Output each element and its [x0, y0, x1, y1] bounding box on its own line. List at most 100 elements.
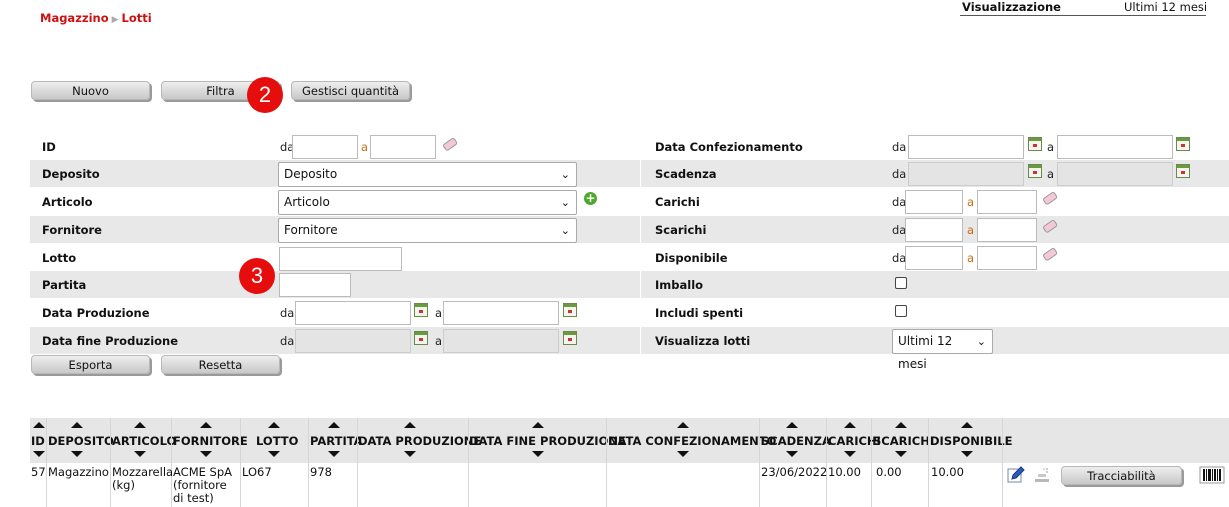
- calendar-icon[interactable]: [1176, 137, 1190, 151]
- column-divider: [606, 418, 607, 507]
- visualizza-lotti-value: Ultimi 12 mesi: [898, 334, 953, 371]
- cell-disponibile: 10.00: [931, 465, 964, 479]
- eraser-icon[interactable]: [1040, 191, 1060, 207]
- add-icon[interactable]: +: [584, 192, 597, 205]
- calendar-icon[interactable]: [1176, 164, 1190, 178]
- sort-desc-icon[interactable]: [677, 451, 689, 457]
- includi-spenti-checkbox[interactable]: [895, 305, 907, 317]
- sort-asc-icon[interactable]: [677, 422, 689, 428]
- sort-asc-icon[interactable]: [844, 422, 856, 428]
- sort-desc-icon[interactable]: [33, 451, 45, 457]
- calendar-icon[interactable]: [414, 303, 428, 317]
- calendar-icon[interactable]: [414, 331, 428, 345]
- sort-desc-icon[interactable]: [404, 451, 416, 457]
- articolo-label: Articolo: [42, 195, 93, 209]
- sort-asc-icon[interactable]: [532, 422, 544, 428]
- fornitore-select[interactable]: Fornitore ⌄: [278, 218, 577, 243]
- scadenza-from-input[interactable]: [908, 162, 1024, 186]
- sort-asc-icon[interactable]: [404, 422, 416, 428]
- column-divider: [826, 418, 827, 507]
- sort-desc-icon[interactable]: [328, 451, 340, 457]
- carichi-to-label: a: [967, 195, 975, 209]
- calendar-icon[interactable]: [563, 331, 577, 345]
- lotto-input[interactable]: [279, 247, 402, 271]
- data-confezionamento-label: Data Confezionamento: [655, 140, 803, 154]
- deposito-label: Deposito: [42, 167, 100, 181]
- data-confezionamento-to-input[interactable]: [1057, 135, 1173, 159]
- column-divider: [928, 418, 929, 507]
- sort-desc-icon[interactable]: [134, 451, 146, 457]
- sort-desc-icon[interactable]: [895, 451, 907, 457]
- column-divider: [759, 418, 760, 507]
- id-label: ID: [42, 140, 56, 154]
- eraser-icon[interactable]: [440, 137, 460, 153]
- data-produzione-to-input[interactable]: [443, 301, 559, 325]
- scarichi-label: Scarichi: [655, 223, 707, 237]
- id-to-input[interactable]: [370, 135, 436, 159]
- new-button[interactable]: Nuovo: [31, 81, 150, 100]
- cell-deposito: Magazzino: [48, 465, 109, 479]
- sort-asc-icon[interactable]: [71, 422, 83, 428]
- reset-button[interactable]: Resetta: [161, 355, 280, 374]
- data-confezionamento-from-input[interactable]: [908, 135, 1024, 159]
- manage-quantity-button[interactable]: Gestisci quantità: [291, 81, 410, 100]
- sort-desc-icon[interactable]: [532, 451, 544, 457]
- breadcrumb-lotti[interactable]: Lotti: [122, 11, 152, 25]
- sort-asc-icon[interactable]: [786, 422, 798, 428]
- calendar-icon[interactable]: [1028, 164, 1042, 178]
- imballo-checkbox[interactable]: [895, 277, 907, 289]
- scarichi-to-input[interactable]: [977, 218, 1037, 242]
- data-fine-produzione-from-input[interactable]: [295, 329, 411, 353]
- articolo-select[interactable]: Articolo ⌄: [278, 190, 577, 215]
- visualizza-lotti-select[interactable]: Ultimi 12 mesi ⌄: [892, 329, 993, 371]
- pencil-edit-icon[interactable]: [1006, 466, 1026, 484]
- sort-asc-icon[interactable]: [200, 422, 212, 428]
- sort-asc-icon[interactable]: [134, 422, 146, 428]
- export-button[interactable]: Esporta: [31, 355, 150, 374]
- view-value[interactable]: Ultimi 12 mesi: [1124, 0, 1207, 14]
- carichi-to-input[interactable]: [977, 190, 1037, 214]
- stack-icon[interactable]: [1033, 466, 1053, 484]
- eraser-icon[interactable]: [1040, 247, 1060, 263]
- sort-desc-icon[interactable]: [961, 451, 973, 457]
- data-fine-produzione-to-input[interactable]: [443, 329, 559, 353]
- sort-asc-icon[interactable]: [961, 422, 973, 428]
- deposito-select[interactable]: Deposito ⌄: [278, 162, 577, 187]
- partita-input[interactable]: [279, 273, 351, 297]
- column-divider: [357, 418, 358, 507]
- sort-desc-icon[interactable]: [71, 451, 83, 457]
- sort-asc-icon[interactable]: [328, 422, 340, 428]
- chevron-down-icon: ⌄: [560, 168, 570, 181]
- scarichi-from-input[interactable]: [905, 218, 963, 242]
- scadenza-to-input[interactable]: [1057, 162, 1173, 186]
- data-produzione-label: Data Produzione: [42, 306, 150, 320]
- barcode-icon[interactable]: [1199, 466, 1225, 484]
- sort-desc-icon[interactable]: [200, 451, 212, 457]
- column-divider: [468, 418, 469, 507]
- calendar-icon[interactable]: [1028, 137, 1042, 151]
- cell-fornitore-line1: ACME SpA: [173, 465, 233, 479]
- sort-asc-icon[interactable]: [895, 422, 907, 428]
- eraser-icon[interactable]: [1040, 219, 1060, 235]
- sort-desc-icon[interactable]: [844, 451, 856, 457]
- sort-asc-icon[interactable]: [33, 422, 45, 428]
- view-divider: [960, 15, 1206, 16]
- sort-desc-icon[interactable]: [268, 451, 280, 457]
- breadcrumb: Magazzino ▶ Lotti: [40, 11, 152, 25]
- scadenza-from-label: da: [892, 167, 907, 181]
- calendar-icon[interactable]: [563, 303, 577, 317]
- disponibile-to-input[interactable]: [977, 246, 1037, 270]
- fornitore-select-value: Fornitore: [284, 223, 338, 237]
- cell-articolo-line2: (kg): [112, 478, 135, 492]
- sort-desc-icon[interactable]: [786, 451, 798, 457]
- sort-asc-icon[interactable]: [268, 422, 280, 428]
- deposito-select-value: Deposito: [284, 167, 338, 181]
- id-from-input[interactable]: [292, 135, 358, 159]
- view-panel: Visualizzazione Ultimi 12 mesi: [962, 0, 1207, 14]
- carichi-from-input[interactable]: [905, 190, 963, 214]
- scadenza-label: Scadenza: [655, 167, 717, 181]
- traceability-button[interactable]: Tracciabilità: [1061, 466, 1182, 485]
- breadcrumb-magazzino[interactable]: Magazzino: [40, 11, 109, 25]
- data-produzione-from-input[interactable]: [295, 301, 411, 325]
- disponibile-from-input[interactable]: [905, 246, 963, 270]
